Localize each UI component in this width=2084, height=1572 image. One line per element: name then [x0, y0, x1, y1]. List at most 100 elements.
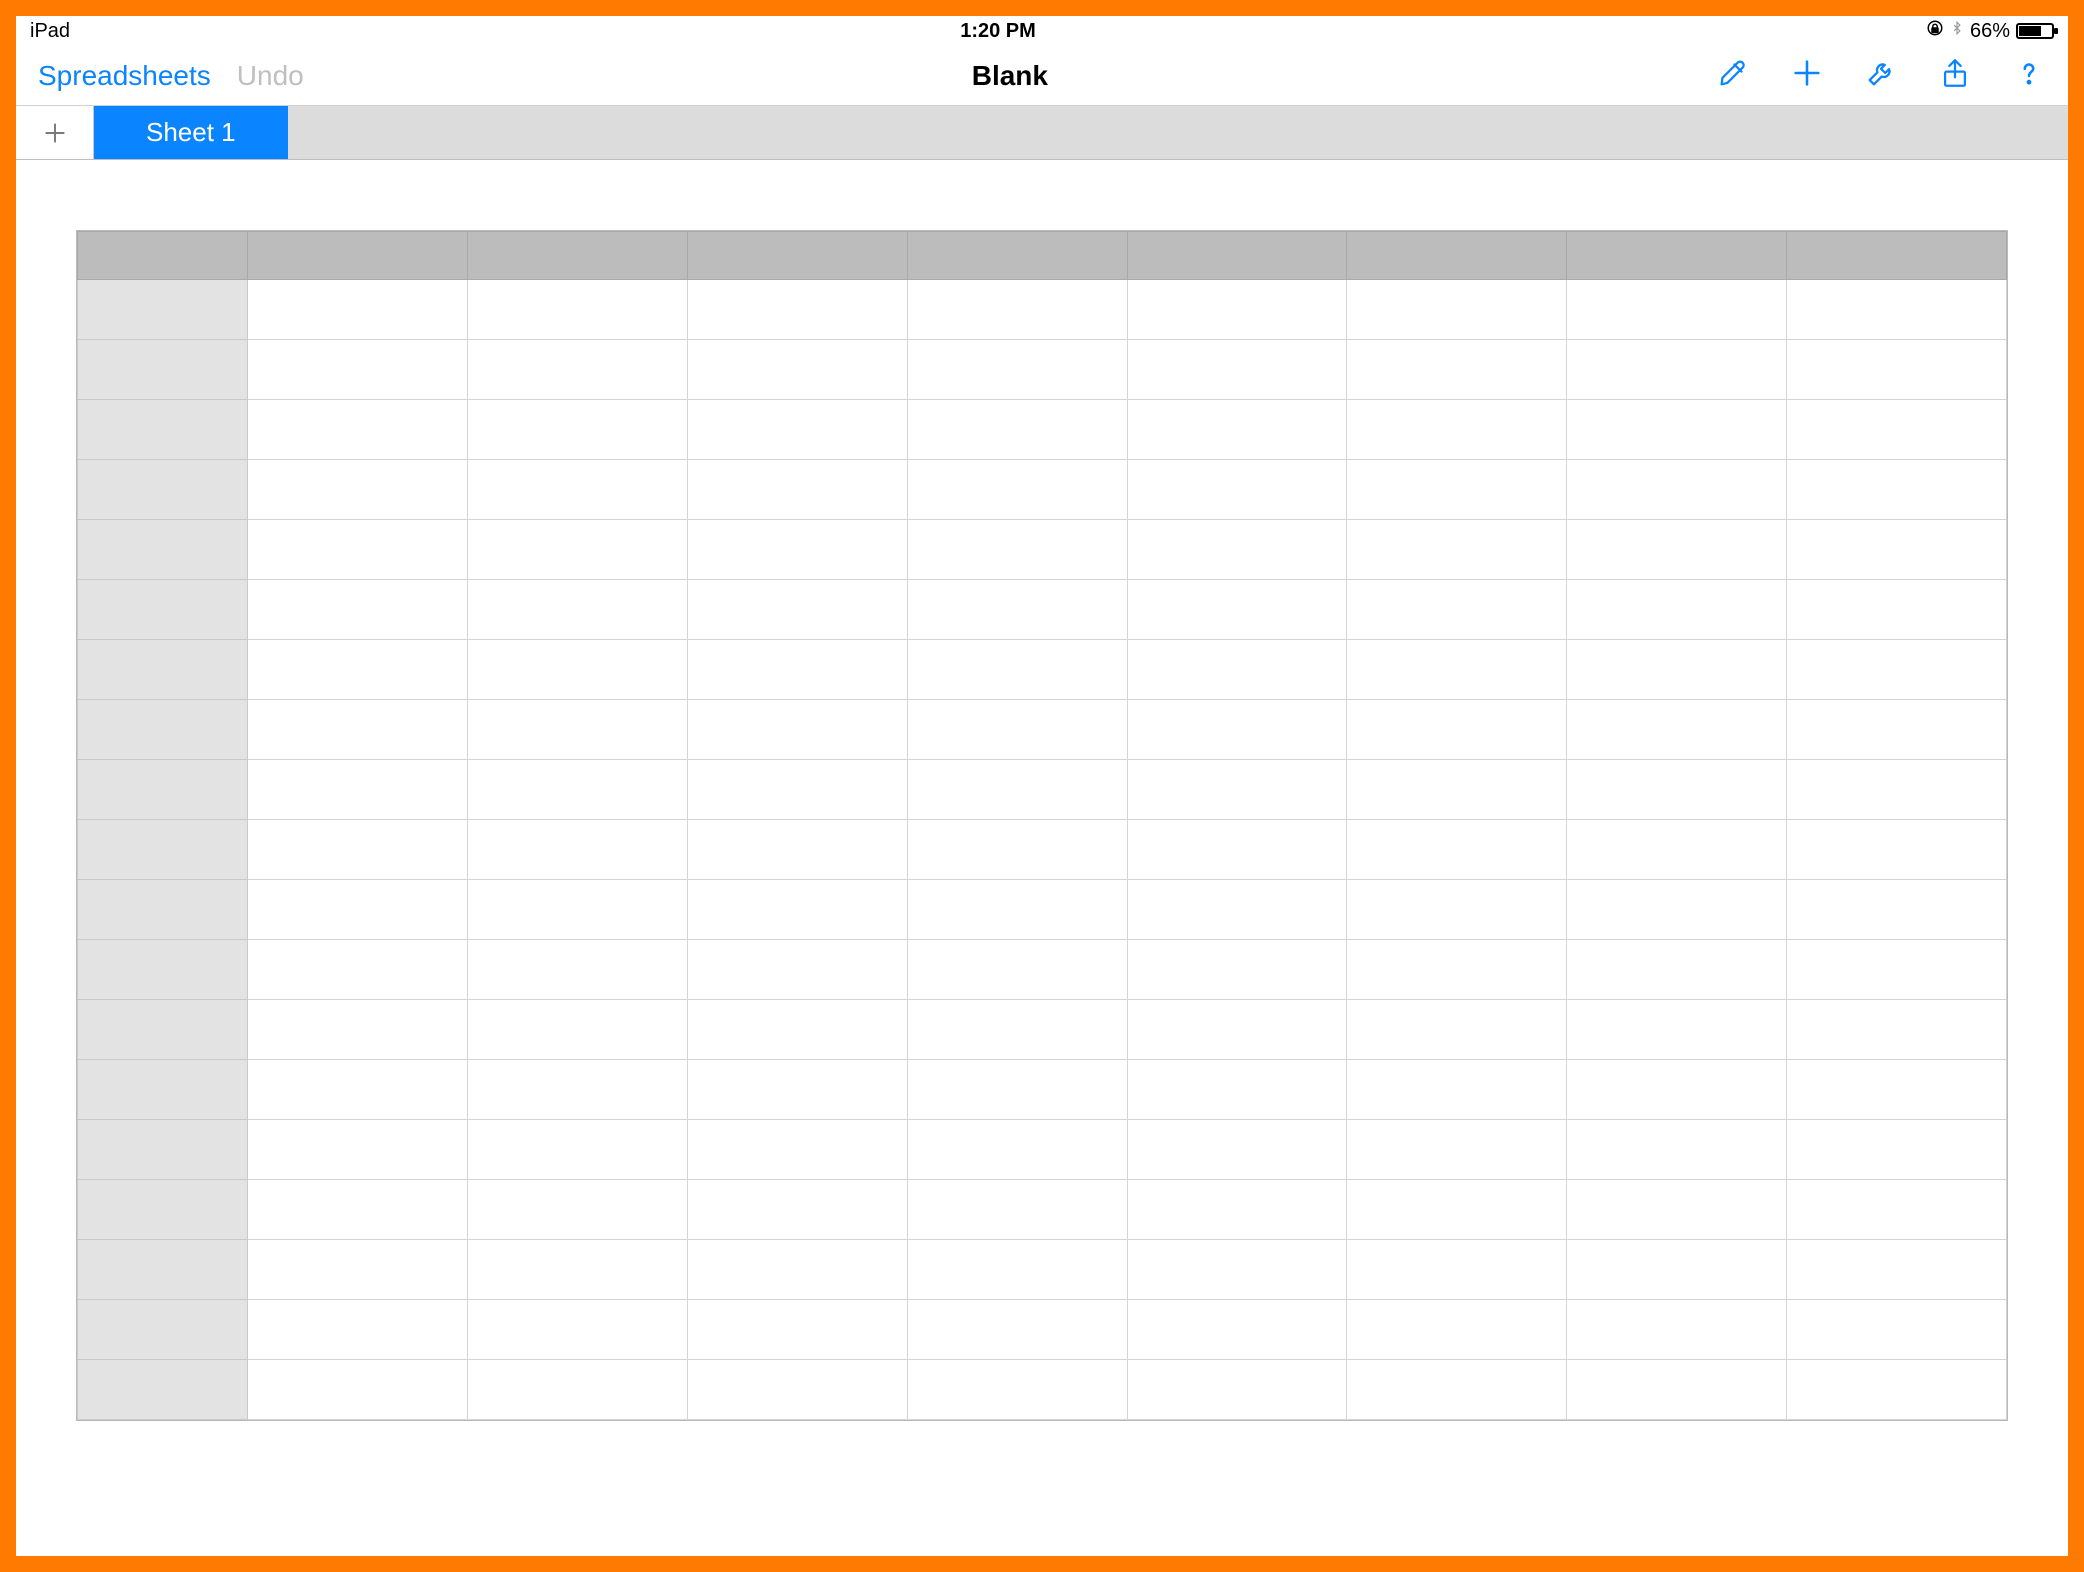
column-header[interactable]: [1787, 232, 2007, 280]
cell[interactable]: [1347, 340, 1567, 400]
cell[interactable]: [248, 640, 468, 700]
cell[interactable]: [1787, 1180, 2007, 1240]
cell[interactable]: [1567, 1180, 1787, 1240]
cell[interactable]: [1787, 340, 2007, 400]
cell[interactable]: [687, 820, 907, 880]
column-header[interactable]: [1567, 232, 1787, 280]
cell[interactable]: [687, 1360, 907, 1420]
cell[interactable]: [1347, 1060, 1567, 1120]
cell[interactable]: [687, 1180, 907, 1240]
cell[interactable]: [1127, 940, 1347, 1000]
cell[interactable]: [467, 1300, 687, 1360]
cell[interactable]: [1347, 1000, 1567, 1060]
cell[interactable]: [1347, 580, 1567, 640]
cell[interactable]: [248, 940, 468, 1000]
cell[interactable]: [1787, 460, 2007, 520]
cell[interactable]: [687, 880, 907, 940]
row-header[interactable]: [78, 340, 248, 400]
cell[interactable]: [248, 880, 468, 940]
cell[interactable]: [687, 400, 907, 460]
cell[interactable]: [1347, 1300, 1567, 1360]
cell[interactable]: [1347, 520, 1567, 580]
cell[interactable]: [1567, 400, 1787, 460]
cell[interactable]: [687, 640, 907, 700]
cell[interactable]: [467, 940, 687, 1000]
row-header[interactable]: [78, 640, 248, 700]
cell[interactable]: [1347, 1360, 1567, 1420]
cell[interactable]: [1347, 1180, 1567, 1240]
cell[interactable]: [907, 760, 1127, 820]
cell[interactable]: [248, 520, 468, 580]
row-header[interactable]: [78, 760, 248, 820]
cell[interactable]: [907, 1060, 1127, 1120]
row-header[interactable]: [78, 1180, 248, 1240]
cell[interactable]: [1127, 460, 1347, 520]
cell[interactable]: [1567, 1120, 1787, 1180]
row-header[interactable]: [78, 520, 248, 580]
cell[interactable]: [1127, 700, 1347, 760]
cell[interactable]: [1127, 280, 1347, 340]
cell[interactable]: [1347, 640, 1567, 700]
column-header[interactable]: [1347, 232, 1567, 280]
cell[interactable]: [687, 520, 907, 580]
add-icon[interactable]: [1790, 56, 1824, 95]
cell[interactable]: [1787, 1000, 2007, 1060]
cell[interactable]: [907, 1180, 1127, 1240]
row-header[interactable]: [78, 1240, 248, 1300]
cell[interactable]: [1787, 820, 2007, 880]
cell[interactable]: [1347, 1120, 1567, 1180]
cell[interactable]: [248, 1360, 468, 1420]
cell[interactable]: [467, 760, 687, 820]
cell[interactable]: [907, 1000, 1127, 1060]
cell[interactable]: [1787, 1240, 2007, 1300]
cell[interactable]: [248, 580, 468, 640]
cell[interactable]: [248, 700, 468, 760]
cell[interactable]: [1127, 1360, 1347, 1420]
cell[interactable]: [1347, 700, 1567, 760]
cell[interactable]: [687, 340, 907, 400]
row-header[interactable]: [78, 280, 248, 340]
cell[interactable]: [1787, 1120, 2007, 1180]
cell[interactable]: [467, 820, 687, 880]
cell[interactable]: [248, 280, 468, 340]
cell[interactable]: [1787, 760, 2007, 820]
cell[interactable]: [467, 1060, 687, 1120]
cell[interactable]: [1567, 460, 1787, 520]
share-icon[interactable]: [1938, 56, 1972, 95]
cell[interactable]: [907, 1300, 1127, 1360]
cell[interactable]: [907, 280, 1127, 340]
cell[interactable]: [907, 700, 1127, 760]
cell[interactable]: [1347, 940, 1567, 1000]
cell[interactable]: [1127, 820, 1347, 880]
cell[interactable]: [248, 1300, 468, 1360]
row-header[interactable]: [78, 820, 248, 880]
cell[interactable]: [1127, 1240, 1347, 1300]
cell[interactable]: [248, 820, 468, 880]
cell[interactable]: [1347, 820, 1567, 880]
spreadsheet-grid[interactable]: [76, 230, 2008, 1421]
cell[interactable]: [687, 1060, 907, 1120]
cell[interactable]: [687, 760, 907, 820]
column-header[interactable]: [78, 232, 248, 280]
undo-button[interactable]: Undo: [237, 60, 304, 92]
cell[interactable]: [907, 520, 1127, 580]
cell[interactable]: [1567, 940, 1787, 1000]
row-header[interactable]: [78, 700, 248, 760]
cell[interactable]: [1347, 880, 1567, 940]
cell[interactable]: [907, 1360, 1127, 1420]
cell[interactable]: [248, 1240, 468, 1300]
cell[interactable]: [1567, 880, 1787, 940]
cell[interactable]: [467, 1180, 687, 1240]
cell[interactable]: [907, 820, 1127, 880]
cell[interactable]: [1787, 580, 2007, 640]
cell[interactable]: [1127, 640, 1347, 700]
cell[interactable]: [687, 580, 907, 640]
cell[interactable]: [1787, 1360, 2007, 1420]
help-icon[interactable]: [2012, 56, 2046, 95]
cell[interactable]: [907, 880, 1127, 940]
column-header[interactable]: [907, 232, 1127, 280]
cell[interactable]: [687, 1000, 907, 1060]
row-header[interactable]: [78, 580, 248, 640]
cell[interactable]: [1567, 640, 1787, 700]
cell[interactable]: [1787, 520, 2007, 580]
